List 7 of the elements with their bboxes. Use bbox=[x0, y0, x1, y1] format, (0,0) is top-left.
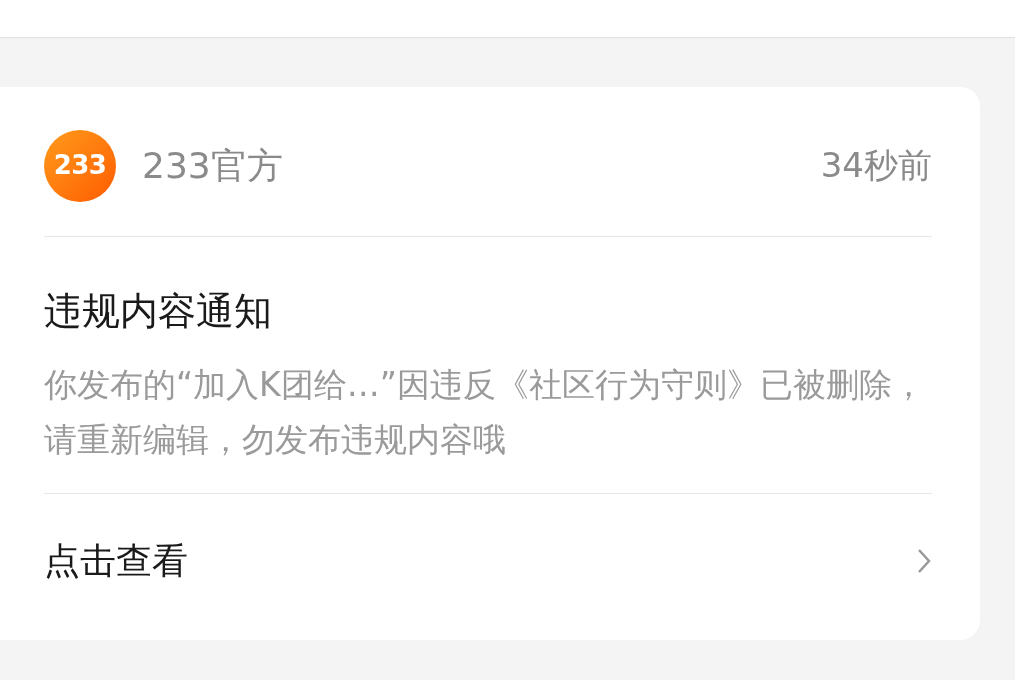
notification-title: 违规内容通知 bbox=[44, 288, 273, 335]
logo-icon: 233 bbox=[44, 129, 116, 202]
notification-body: 你发布的“加入K团给…”因违反《社区行为守则》已被删除，请重新编辑，勿发布违规内容哦 bbox=[44, 364, 926, 461]
view-details-link[interactable]: 点击查看 bbox=[44, 494, 932, 628]
chevron-right-icon bbox=[916, 547, 932, 575]
sender-name: 233官方 bbox=[142, 143, 283, 188]
timestamp: 34秒前 bbox=[820, 144, 932, 187]
